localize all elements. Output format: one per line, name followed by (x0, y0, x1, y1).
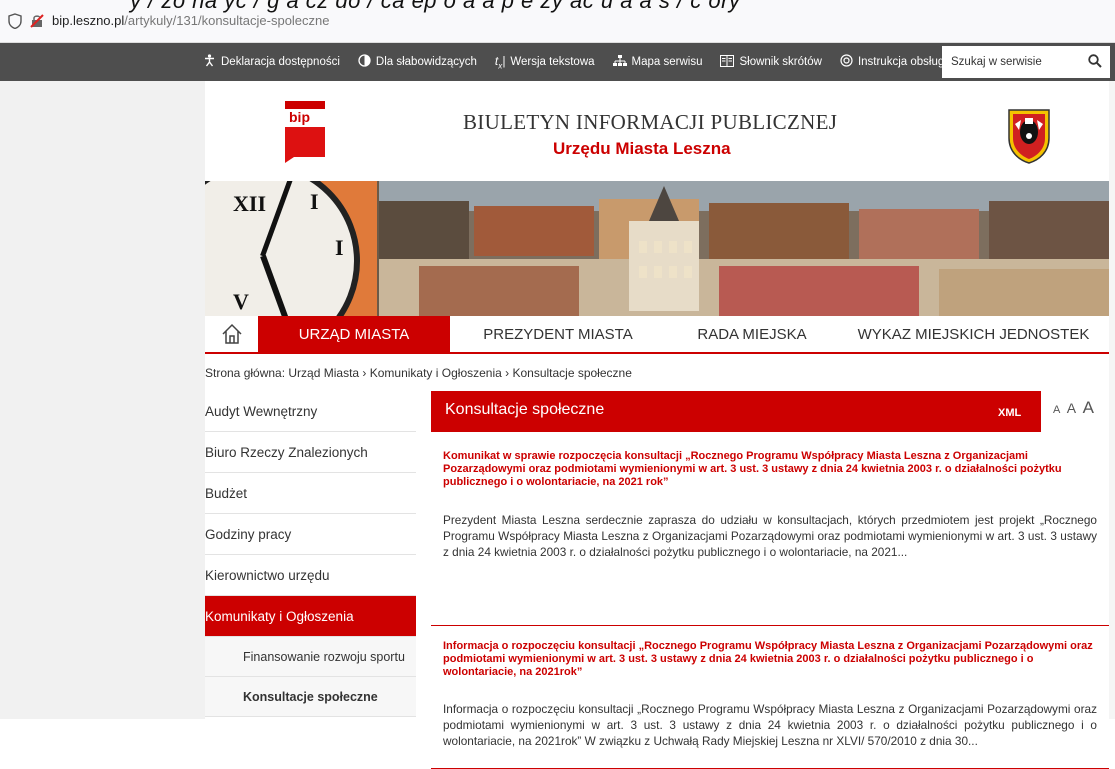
sidebar-item-kierownictwo[interactable]: Kierownictwo urzędu (205, 555, 416, 596)
search-input[interactable]: Szukaj w serwisie (942, 46, 1110, 78)
article-item: Komunikat w sprawie rozpoczęcia konsulta… (431, 432, 1109, 626)
shield-icon[interactable] (8, 13, 22, 30)
tab-urzad-miasta[interactable]: URZĄD MIASTA (258, 316, 450, 352)
svg-text:V: V (233, 289, 249, 314)
insecure-lock-icon[interactable] (30, 14, 44, 28)
tab-prezydent-miasta[interactable]: PREZYDENT MIASTA (450, 316, 666, 352)
page-title: BIULETYN INFORMACJI PUBLICZNEJ (463, 110, 838, 134)
font-size-medium[interactable]: A (1067, 400, 1076, 416)
header-banner-image: XII I I V (205, 181, 1109, 316)
article-excerpt: Informacja o rozpoczęciu konsultacji „Ro… (443, 702, 1097, 748)
toolbar-help[interactable]: Instrukcja obsługi (840, 54, 947, 70)
article-item: Informacja o rozpoczęciu konsultacji „Ro… (431, 626, 1109, 769)
toolbar-text-version[interactable]: tx| Wersja tekstowa (495, 54, 595, 70)
text-version-icon: tx| (494, 53, 506, 71)
sidebar-item-komunikaty[interactable]: Komunikaty i Ogłoszenia (205, 596, 416, 637)
bip-logo[interactable]: bip (285, 101, 325, 163)
accessibility-icon (203, 54, 216, 70)
city-panorama-image (379, 181, 1109, 316)
top-toolbar: Deklaracja dostępności Dla słabowidzącyc… (0, 43, 1115, 81)
article-excerpt: Prezydent Miasta Leszna serdecznie zapra… (443, 513, 1097, 559)
sidebar-item-audyt[interactable]: Audyt Wewnętrzny (205, 391, 416, 432)
toolbar-item-label: Instrukcja obsługi (857, 56, 947, 68)
toolbar-item-label: Deklaracja dostępności (221, 56, 340, 68)
page-subtitle: Urzędu Miasta Leszna (553, 139, 731, 158)
help-icon (840, 54, 853, 70)
toolbar-accessibility-declaration[interactable]: Deklaracja dostępności (203, 54, 340, 70)
sidebar-item-label: Budżet (205, 485, 248, 501)
tab-rada-miejska[interactable]: RADA MIEJSKA (666, 316, 838, 352)
clock-image: XII I I V (205, 181, 377, 316)
sidebar-item-budzet[interactable]: Budżet (205, 473, 416, 514)
toolbar-item-label: Dla słabowidzących (375, 56, 477, 68)
search-icon[interactable] (1088, 54, 1102, 68)
browser-url-bar: bip.leszno.pl/artykuly/131/konsultacje-s… (0, 0, 1115, 43)
tab-wykaz-miejskich-jednostek[interactable]: WYKAZ MIEJSKICH JEDNOSTEK (838, 316, 1109, 352)
sidebar-menu: Audyt Wewnętrzny Biuro Rzeczy Znaleziony… (205, 391, 416, 717)
toolbar-dictionary[interactable]: Słownik skrótów (720, 54, 822, 70)
sidebar-item-label: Audyt Wewnętrzny (205, 403, 318, 419)
article-title-link[interactable]: Informacja o rozpoczęciu konsultacji „Ro… (443, 626, 1097, 679)
sidebar-item-label: Godziny pracy (205, 526, 292, 542)
sidebar-item-biuro[interactable]: Biuro Rzeczy Znalezionych (205, 432, 416, 473)
sidebar-item-label: Biuro Rzeczy Znalezionych (205, 444, 368, 460)
sidebar-item-label: Kierownictwo urzędu (205, 567, 330, 583)
sidebar-item-godziny-pracy[interactable]: Godziny pracy (205, 514, 416, 555)
article-title-link[interactable]: Komunikat w sprawie rozpoczęcia konsulta… (443, 432, 1097, 489)
sitemap-icon (612, 54, 627, 70)
toolbar-item-label: Mapa serwisu (631, 56, 703, 68)
cropped-overlay-text: y / zo na yc / g a cz do / ca ep o a a p… (130, 0, 741, 13)
font-size-large[interactable]: A (1083, 398, 1094, 417)
site-header: bip BIULETYN INFORMACJI PUBLICZNEJ Urzęd… (205, 81, 1109, 181)
url-text[interactable]: bip.leszno.pl/artykuly/131/konsultacje-s… (52, 13, 330, 28)
toolbar-item-label: Wersja tekstowa (510, 55, 595, 68)
toolbar-sitemap[interactable]: Mapa serwisu (612, 54, 703, 70)
sidebar-subitem-konsultacje[interactable]: Konsultacje społeczne (205, 677, 416, 717)
home-icon[interactable] (205, 316, 258, 352)
font-size-controls: A A A (1053, 398, 1096, 418)
svg-text:XII: XII (233, 191, 266, 216)
breadcrumb[interactable]: Strona główna: Urząd Miasta › Komunikaty… (205, 366, 632, 380)
svg-text:I: I (335, 235, 344, 260)
city-crest-icon (1005, 106, 1053, 164)
toolbar-low-vision[interactable]: Dla słabowidzących (358, 54, 477, 70)
xml-link[interactable]: XML (998, 407, 1021, 419)
dictionary-icon (720, 54, 735, 70)
main-navigation: URZĄD MIASTA PREZYDENT MIASTA RADA MIEJS… (205, 316, 1109, 354)
page-left-margin (0, 81, 205, 719)
sidebar-item-label: Komunikaty i Ogłoszenia (205, 608, 354, 624)
svg-text:I: I (310, 189, 319, 214)
main-content: Konsultacje społeczne XML A A A Komunika… (431, 391, 1109, 769)
contrast-icon (358, 54, 371, 70)
toolbar-item-label: Słownik skrótów (739, 56, 822, 68)
font-size-small[interactable]: A (1053, 404, 1060, 416)
search-placeholder: Szukaj w serwisie (951, 56, 1042, 68)
content-title: Konsultacje społeczne (445, 401, 605, 418)
sidebar-subitem-finansowanie[interactable]: Finansowanie rozwoju sportu (205, 637, 416, 677)
page-right-margin (1109, 81, 1115, 719)
content-header: Konsultacje społeczne XML (431, 391, 1041, 432)
